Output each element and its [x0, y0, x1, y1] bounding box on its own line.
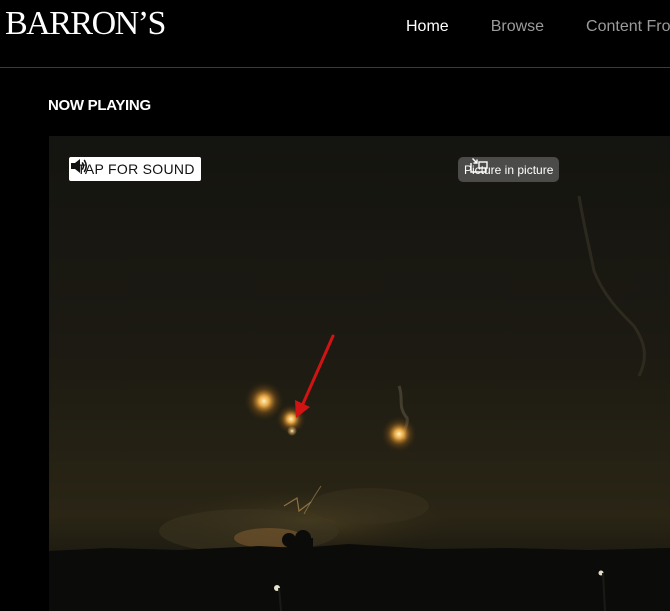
nav-home[interactable]: Home: [406, 17, 449, 37]
speaker-icon: [71, 159, 88, 173]
main-nav: Home Browse Content Fro: [406, 17, 670, 37]
tap-for-sound-label: TAP FOR SOUND: [77, 161, 195, 177]
barrons-logo[interactable]: BARRON’S: [5, 4, 166, 44]
tap-for-sound-button[interactable]: TAP FOR SOUND: [69, 157, 201, 181]
picture-in-picture-icon: [470, 158, 488, 173]
site-header: BARRON’S Home Browse Content Fro: [0, 0, 670, 68]
picture-in-picture-button[interactable]: Picture in picture: [458, 157, 560, 182]
video-player[interactable]: TAP FOR SOUND Picture in picture: [49, 136, 670, 611]
now-playing-title: NOW PLAYING: [48, 97, 151, 114]
nav-browse[interactable]: Browse: [491, 17, 544, 37]
nav-content-from[interactable]: Content Fro: [586, 17, 670, 37]
video-frame: [49, 136, 670, 611]
